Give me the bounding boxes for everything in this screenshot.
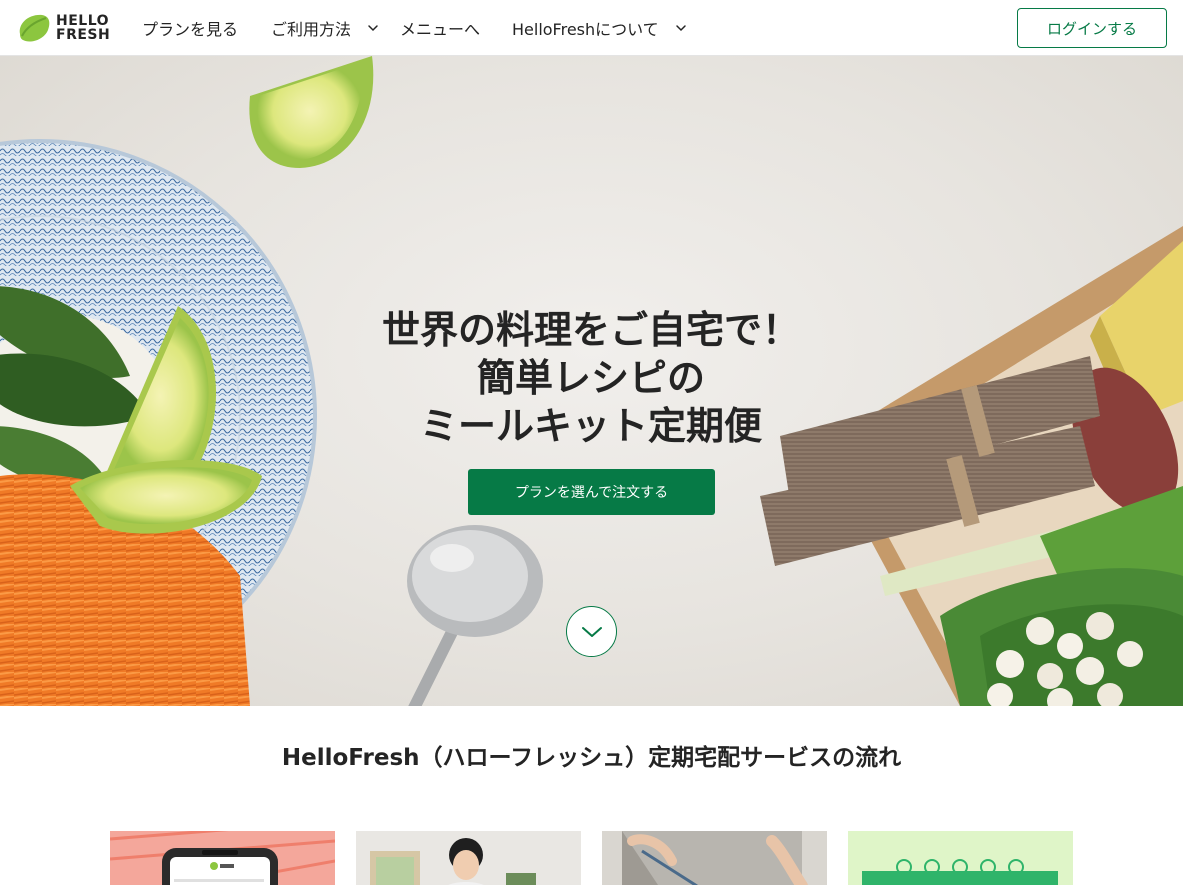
lime-logo-icon: [19, 14, 50, 42]
step-card-person: [356, 831, 581, 885]
lime-wedge-illustration: [249, 56, 374, 168]
chevron-down-icon: [581, 626, 602, 637]
nav-item-label: ご利用方法: [271, 20, 352, 39]
hero-headline-line: 簡単レシピの: [476, 356, 705, 400]
logo-line-1: HELLO: [56, 13, 110, 29]
hellofresh-logo[interactable]: HELLO FRESH: [16, 12, 112, 44]
top-navigation: HELLO FRESH プランを見る ご利用方法 メニューへ HelloFres…: [0, 0, 1183, 56]
chevron-down-icon: [675, 25, 686, 32]
nav-item-about[interactable]: HelloFreshについて: [512, 0, 687, 56]
step-card-calendar: [848, 831, 1073, 885]
step-card-cooking: [602, 831, 827, 885]
nav-item-label: HelloFreshについて: [512, 20, 659, 39]
person-illustration: [356, 831, 581, 885]
choose-plan-button[interactable]: プランを選んで注文する: [468, 469, 715, 515]
hero-headline: 世界の料理をご自宅で！ 簡単レシピの ミールキット定期便: [291, 306, 891, 450]
nav-item-label: プランを見る: [142, 20, 239, 39]
nav-item-label: メニューへ: [400, 20, 481, 39]
nav-item-plans[interactable]: プランを見る: [142, 0, 238, 56]
calendar-illustration: [848, 831, 1073, 885]
hero-headline-line: 世界の料理をご自宅で！: [381, 308, 800, 352]
plate-illustration: [0, 139, 317, 706]
hero-section: 世界の料理をご自宅で！ 簡単レシピの ミールキット定期便 プランを選んで注文する: [0, 56, 1183, 706]
login-button[interactable]: ログインする: [1017, 8, 1167, 48]
chevron-down-icon: [368, 25, 378, 32]
nav-item-how-to-use[interactable]: ご利用方法: [271, 0, 379, 56]
spoon-illustration: [407, 525, 543, 706]
logo-line-2: FRESH: [56, 27, 111, 43]
service-flow-heading: HelloFresh（ハローフレッシュ）定期宅配サービスの流れ: [281, 745, 902, 771]
scroll-down-button[interactable]: [566, 606, 617, 657]
logo-wordmark: HELLO FRESH: [56, 14, 110, 42]
ingredients-box-illustration: [760, 226, 1183, 706]
nav-item-menu[interactable]: メニューへ: [400, 0, 480, 56]
hero-headline-line: ミールキット定期便: [419, 404, 762, 448]
phone-app-illustration: [110, 831, 335, 885]
cooking-illustration: [602, 831, 827, 885]
step-card-phone: [110, 831, 335, 885]
